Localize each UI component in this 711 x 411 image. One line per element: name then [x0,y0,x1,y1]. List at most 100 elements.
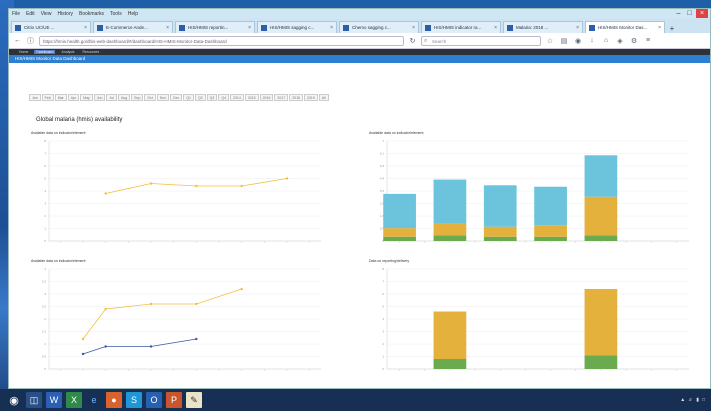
period-filter-chip[interactable]: 2018 [289,94,303,101]
tab-5[interactable]: Chemo sagging c... × [339,21,419,33]
tab-6[interactable]: HIS/HMIS indicator ra... × [421,21,501,33]
menu-file[interactable]: File [9,11,23,17]
nav-resources[interactable]: Resources [81,50,102,54]
search-input[interactable]: Search [421,35,541,46]
period-filter-chip[interactable]: Jul [106,94,117,101]
period-filter-chip[interactable]: Mar [54,94,67,101]
period-filter-chip[interactable]: 2015 [244,94,259,101]
tab-label: HIS/HMIS reportin... [188,25,229,30]
bar-segment [584,355,618,369]
addon-icon[interactable]: ⚙ [629,37,639,45]
period-filter-chip[interactable]: All [318,94,329,101]
library-icon[interactable]: ▤ [559,37,569,45]
menu-view[interactable]: View [38,11,55,17]
period-filter-chip[interactable]: May [80,94,93,101]
battery-icon[interactable]: ▮ [696,397,699,403]
info-icon[interactable]: ⓘ [26,36,35,46]
period-filter-chip[interactable]: Dec [170,94,183,101]
start-icon[interactable]: ◉ [6,392,22,408]
period-filter-chip[interactable]: Q4 [218,94,230,101]
reload-icon[interactable]: ↻ [408,37,417,45]
new-tab-button[interactable]: + [667,24,677,33]
y-tick-label: 0.5 [42,355,47,359]
period-filter-chip[interactable]: 2017 [274,94,289,101]
address-bar[interactable]: https://hmis.health.go/dhis-web-dashboar… [39,35,404,46]
back-icon[interactable]: ← [13,37,22,44]
shield-icon[interactable]: ◉ [573,37,583,45]
data-point [149,345,153,348]
tab-1[interactable]: Citrix UC/UE ... × [11,21,91,33]
period-filter-chip[interactable]: Jan [29,94,41,101]
y-tick-label: 4 [44,189,46,193]
volume-icon[interactable]: ♬ [688,397,693,403]
edge-icon[interactable]: e [86,392,102,408]
period-filter-chip[interactable]: Aug [117,94,131,101]
close-tab-icon[interactable]: × [576,25,579,31]
data-point [81,337,85,341]
tab-4[interactable]: HIS/HMIS sagging c... × [257,21,337,33]
period-filter-chip[interactable]: Apr [67,94,80,101]
close-tab-icon[interactable]: × [84,25,87,31]
period-filter-chip[interactable]: Oct [144,94,156,101]
period-filter-chip[interactable]: Q3 [206,94,218,101]
period-filter-chip[interactable]: 2016 [259,94,274,101]
pocket-icon[interactable]: ◈ [615,37,625,45]
data-point [104,192,107,195]
y-tick-label: 6.1 [380,152,385,156]
close-tab-icon[interactable]: × [494,25,497,31]
nav-dashboard[interactable]: Dashboard [34,50,56,54]
minimize-icon[interactable]: – [674,9,683,18]
data-point [195,337,198,341]
tab-label: HIS/HMIS Monitor Das... [598,25,648,30]
powerpoint-icon[interactable]: P [166,392,182,408]
tab-2[interactable]: E-Commerce Ande... × [93,21,173,33]
chart-panel-2: Available data on indicator/element 0 0.9… [369,131,699,259]
period-filter-chip[interactable]: Q2 [195,94,206,101]
period-filter-chip[interactable]: Q1 [183,94,194,101]
close-tab-icon[interactable]: × [330,25,333,31]
menu-icon[interactable]: ≡ [643,37,653,44]
tab-label: HIS/HMIS indicator ra... [434,25,482,30]
tab-3[interactable]: HIS/HMIS reportin... × [175,21,255,33]
bar-segment [584,235,618,241]
menu-edit[interactable]: Edit [23,11,38,17]
bar-segment [383,193,416,229]
network-icon[interactable]: ▲ [680,397,685,403]
period-filter-chip[interactable]: Nov [156,94,170,101]
paint-icon[interactable]: ✎ [186,392,202,408]
tab-7[interactable]: Malaria: 2018 ... × [503,21,583,33]
close-tab-icon[interactable]: × [412,25,415,31]
period-filter-chip[interactable]: Jun [93,94,106,101]
excel-icon[interactable]: X [66,392,82,408]
menu-history[interactable]: History [54,11,76,17]
period-filter-chip[interactable]: 2019 [304,94,318,101]
period-filter-chip[interactable]: Sep [131,94,144,101]
menu-help[interactable]: Help [125,11,141,17]
skype-icon[interactable]: S [126,392,142,408]
star-icon[interactable]: ☆ [545,37,555,45]
y-tick-label: 4 [382,317,384,321]
menu-bookmarks[interactable]: Bookmarks [76,11,107,17]
close-icon[interactable]: × [696,9,708,18]
y-tick-label: 6 [382,292,384,296]
firefox-icon[interactable]: ● [106,392,122,408]
file-explorer-icon[interactable]: ◫ [26,392,42,408]
download-icon[interactable]: ↓ [587,37,597,44]
home-icon[interactable]: ⌂ [601,37,611,44]
notification-icon[interactable]: □ [702,397,705,403]
maximize-icon[interactable]: □ [685,9,694,18]
nav-home[interactable]: Home [17,50,30,54]
close-tab-icon[interactable]: × [248,25,251,31]
close-tab-icon[interactable]: × [166,25,169,31]
tab-active[interactable]: HIS/HMIS Monitor Das... × [585,21,665,33]
y-tick-label: 8 [382,267,384,271]
chart-panel-4: Data on reporting/delivery 012345678 [369,259,699,387]
period-filter-chip[interactable]: Feb [41,94,54,101]
period-filter-chip[interactable]: 2014 [230,94,244,101]
close-tab-icon[interactable]: × [658,25,661,31]
bar-segment [584,196,618,236]
outlook-icon[interactable]: O [146,392,162,408]
menu-tools[interactable]: Tools [107,11,125,17]
word-icon[interactable]: W [46,392,62,408]
nav-analysis[interactable]: Analysis [59,50,76,54]
